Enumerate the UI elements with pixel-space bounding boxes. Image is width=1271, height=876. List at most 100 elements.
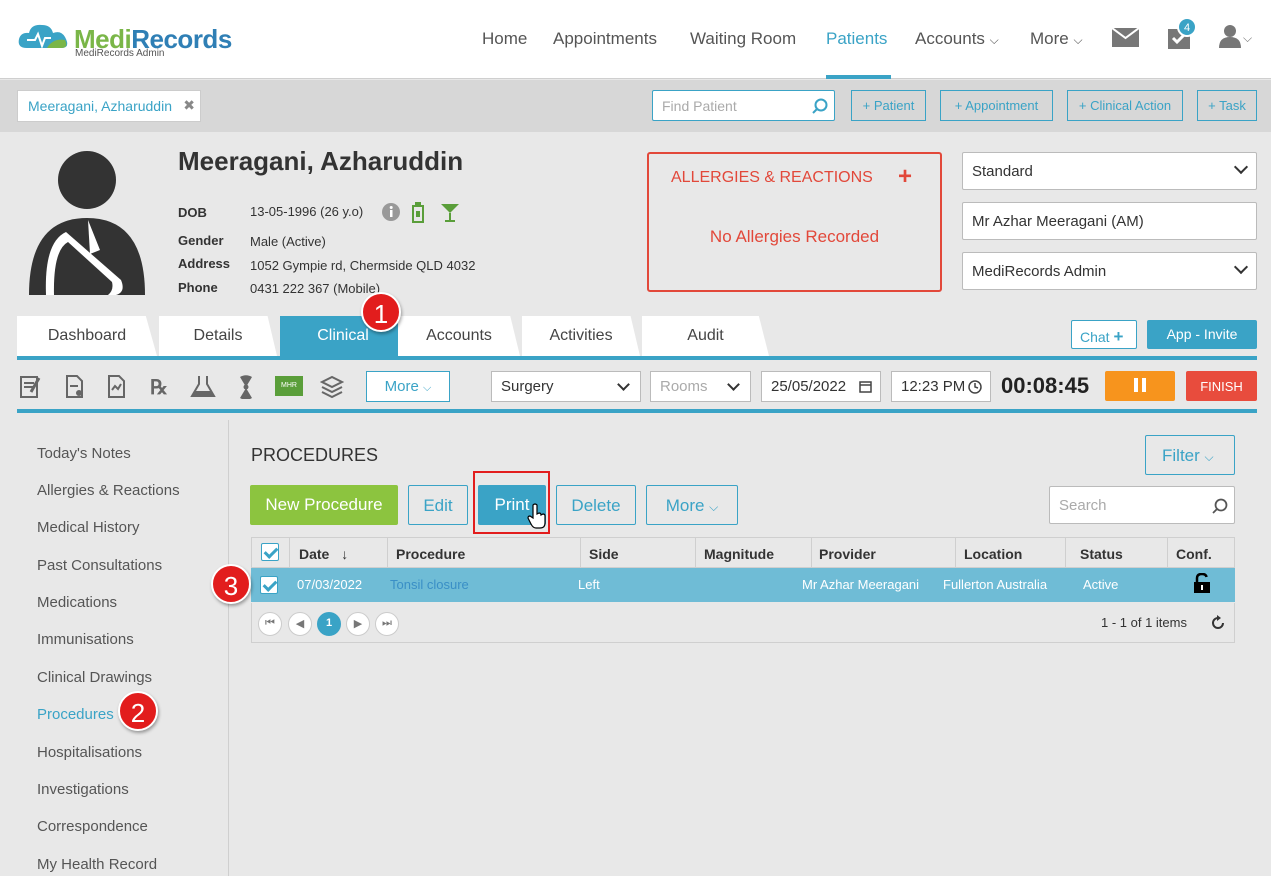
sidebar-item-clinical-drawings[interactable]: Clinical Drawings: [37, 669, 152, 686]
add-patient-button[interactable]: + Patient: [851, 90, 926, 121]
nav-waiting-room[interactable]: Waiting Room: [690, 29, 796, 49]
sidebar-item-medical-history[interactable]: Medical History: [37, 519, 140, 536]
add-clinical-action-button[interactable]: + Clinical Action: [1067, 90, 1183, 121]
task-count-badge: 4: [1177, 17, 1197, 37]
sidebar-item-investigations[interactable]: Investigations: [37, 781, 129, 798]
finish-button[interactable]: FINISH: [1186, 371, 1257, 401]
alcohol-status-icon[interactable]: [440, 202, 460, 223]
sidebar-item-immunisations[interactable]: Immunisations: [37, 631, 134, 648]
report-icon[interactable]: [106, 374, 128, 400]
nav-more[interactable]: More ⌵: [1030, 29, 1083, 49]
tab-activities[interactable]: Activities: [522, 316, 640, 356]
next-page-icon[interactable]: ▶: [346, 612, 370, 636]
add-allergy-icon[interactable]: +: [898, 163, 912, 191]
brand-subtitle: MediRecords Admin: [75, 48, 165, 59]
sidebar-item-correspondence[interactable]: Correspondence: [37, 818, 148, 835]
search-icon[interactable]: [812, 98, 828, 114]
organisation-select[interactable]: MediRecords Admin: [962, 252, 1257, 290]
column-header-conf[interactable]: Conf.: [1176, 546, 1212, 562]
location-select[interactable]: Surgery: [491, 371, 641, 402]
cell-procedure-link[interactable]: Tonsil closure: [390, 577, 469, 592]
chat-button[interactable]: Chat +: [1071, 320, 1137, 349]
filter-button[interactable]: Filter ⌵: [1145, 435, 1235, 475]
unlock-icon[interactable]: [1193, 573, 1211, 593]
procedure-search-input[interactable]: Search: [1049, 486, 1235, 524]
tab-dashboard[interactable]: Dashboard: [17, 316, 157, 356]
smoking-status-icon[interactable]: [411, 201, 425, 223]
date-input[interactable]: 25/05/2022: [761, 371, 881, 402]
nav-appointments[interactable]: Appointments: [553, 29, 657, 49]
rooms-select[interactable]: Rooms: [650, 371, 751, 402]
sidebar-item-todays-notes[interactable]: Today's Notes: [37, 445, 131, 462]
address-value: 1052 Gympie rd, Chermside QLD 4032: [250, 258, 476, 273]
open-patient-chip[interactable]: Meeragani, Azharuddin ✖: [17, 90, 201, 122]
info-icon[interactable]: [381, 202, 401, 222]
step-marker-1: 1: [361, 292, 401, 332]
plus-icon: +: [1113, 327, 1124, 346]
prev-page-icon[interactable]: ◀: [288, 612, 312, 636]
visit-type-select[interactable]: Standard: [962, 152, 1257, 190]
add-appointment-button[interactable]: + Appointment: [940, 90, 1053, 121]
column-header-procedure[interactable]: Procedure: [396, 546, 465, 562]
column-header-provider[interactable]: Provider: [819, 546, 876, 562]
sidebar-item-allergies[interactable]: Allergies & Reactions: [37, 482, 180, 499]
sidebar-item-my-health-record[interactable]: My Health Record: [37, 856, 157, 873]
tab-details[interactable]: Details: [159, 316, 277, 356]
more-actions-label: More: [665, 496, 705, 515]
tab-accounts[interactable]: Accounts: [398, 316, 520, 356]
cell-date: 07/03/2022: [297, 577, 363, 592]
delete-button[interactable]: Delete: [556, 485, 636, 525]
chevron-down-icon[interactable]: ⌵: [1243, 31, 1252, 46]
column-header-magnitude[interactable]: Magnitude: [704, 546, 774, 562]
document-icon[interactable]: [64, 374, 86, 400]
column-divider: [955, 538, 956, 568]
toolbar-more-button[interactable]: More ⌵: [366, 371, 450, 402]
items-count: 1 - 1 of 1 items: [1101, 615, 1187, 630]
mhr-icon[interactable]: MHR: [275, 376, 303, 396]
sidebar-item-past-consultations[interactable]: Past Consultations: [37, 557, 162, 574]
nav-home[interactable]: Home: [482, 29, 527, 49]
clock-icon[interactable]: [968, 380, 982, 394]
sidebar-item-hospitalisations[interactable]: Hospitalisations: [37, 744, 142, 761]
tab-audit[interactable]: Audit: [642, 316, 769, 356]
add-task-button[interactable]: + Task: [1197, 90, 1257, 121]
radiation-icon[interactable]: [234, 375, 258, 399]
row-checkbox[interactable]: [260, 576, 278, 594]
pause-button[interactable]: [1105, 371, 1175, 401]
calendar-icon[interactable]: [859, 380, 872, 393]
page-number[interactable]: 1: [317, 612, 341, 636]
stack-icon[interactable]: [320, 374, 344, 400]
patient-name: Meeragani, Azharuddin: [178, 146, 464, 176]
date-value: 25/05/2022: [771, 378, 847, 395]
cell-provider: Mr Azhar Meeragani: [802, 577, 920, 592]
lab-flask-icon[interactable]: [190, 374, 216, 400]
column-header-status[interactable]: Status: [1080, 546, 1123, 562]
column-header-date[interactable]: Date ↓: [299, 546, 348, 562]
practitioner-field[interactable]: Mr Azhar Meeragani (AM): [962, 202, 1257, 240]
new-procedure-button[interactable]: New Procedure: [250, 485, 398, 525]
time-input[interactable]: 12:23 PM: [891, 371, 991, 402]
nav-accounts[interactable]: Accounts ⌵: [915, 29, 999, 49]
app-invite-button[interactable]: App - Invite: [1147, 320, 1257, 349]
search-icon[interactable]: [1212, 498, 1228, 514]
more-actions-button[interactable]: More ⌵: [646, 485, 738, 525]
sidebar-item-medications[interactable]: Medications: [37, 594, 117, 611]
notes-icon[interactable]: [19, 374, 43, 400]
sidebar-item-procedures[interactable]: Procedures: [37, 706, 114, 723]
last-page-icon[interactable]: ⏭: [375, 612, 399, 636]
refresh-icon[interactable]: [1210, 615, 1226, 631]
column-header-side[interactable]: Side: [589, 546, 619, 562]
prescription-icon[interactable]: ℞: [146, 375, 172, 399]
first-page-icon[interactable]: ⏮: [258, 612, 282, 636]
find-patient-input[interactable]: Find Patient: [652, 90, 835, 121]
column-header-location[interactable]: Location: [964, 546, 1022, 562]
user-icon[interactable]: [1219, 24, 1241, 48]
time-value: 12:23 PM: [901, 378, 966, 395]
table-row[interactable]: 07/03/2022 Tonsil closure Left Mr Azhar …: [251, 568, 1235, 602]
mail-icon[interactable]: [1112, 28, 1139, 47]
close-icon[interactable]: ✖: [183, 97, 195, 114]
edit-button[interactable]: Edit: [408, 485, 468, 525]
nav-patients[interactable]: Patients: [826, 29, 887, 49]
select-all-checkbox[interactable]: [261, 543, 279, 561]
column-divider: [580, 538, 581, 568]
